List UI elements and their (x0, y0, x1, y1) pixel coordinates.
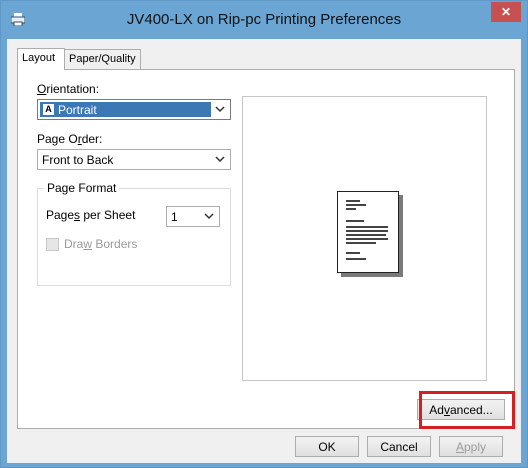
dialog-window: JV400-LX on Rip-pc Printing Preferences … (0, 0, 528, 468)
orientation-select[interactable]: A Portrait (37, 99, 231, 120)
pages-per-sheet-value: 1 (171, 210, 178, 224)
chevron-down-icon (215, 106, 225, 113)
orientation-selected-value: A Portrait (40, 102, 211, 117)
tab-label: Layout (22, 52, 56, 64)
draw-borders-checkbox[interactable] (46, 238, 59, 251)
tab-layout[interactable]: Layout (17, 48, 65, 70)
pages-per-sheet-label: Pages per Sheet (46, 208, 136, 222)
chevron-down-icon (204, 213, 214, 220)
portrait-icon: A (43, 104, 54, 115)
pages-per-sheet-select[interactable]: 1 (166, 206, 220, 227)
title-bar[interactable]: JV400-LX on Rip-pc Printing Preferences … (1, 1, 527, 39)
page-format-group: Page Format Pages per Sheet 1 Draw Borde… (37, 181, 231, 286)
layout-panel: Orientation: A Portrait Page Order: Fron… (17, 69, 515, 429)
ok-button[interactable]: OK (295, 436, 359, 457)
page-format-title: Page Format (44, 181, 120, 195)
apply-button[interactable]: Apply (439, 436, 503, 457)
close-button[interactable]: ✕ (491, 2, 521, 22)
cancel-button[interactable]: Cancel (367, 436, 431, 457)
page-order-select[interactable]: Front to Back (37, 149, 231, 170)
window-title: JV400-LX on Rip-pc Printing Preferences (126, 11, 402, 28)
page-order-value: Front to Back (42, 153, 114, 167)
tab-paper-quality[interactable]: Paper/Quality (64, 49, 141, 69)
page-preview (337, 191, 399, 273)
tab-label: Paper/Quality (69, 53, 136, 65)
draw-borders-label: Draw Borders (64, 237, 138, 251)
orientation-label: Orientation: (37, 82, 100, 96)
close-icon: ✕ (500, 5, 512, 19)
layout-preview (242, 96, 487, 381)
page-order-label: Page Order: (37, 132, 103, 146)
annotation-highlight-box (419, 391, 515, 429)
chevron-down-icon (215, 156, 225, 163)
